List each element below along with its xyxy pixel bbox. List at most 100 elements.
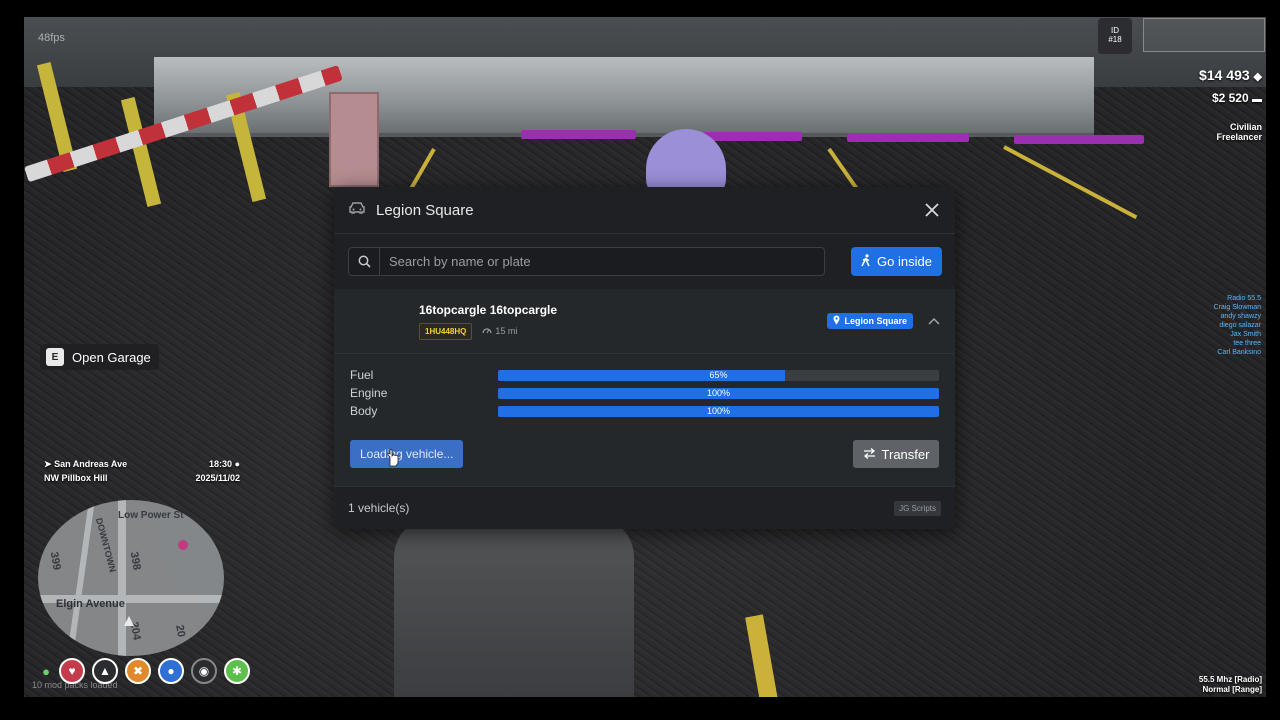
radio-member: Jax Smith [1230,331,1261,338]
vehicle-name: 16topcargle 16topcargle [419,302,558,317]
navigation-arrow-icon: ➤ [44,458,52,469]
game-time: 18:30 [209,459,233,469]
map-label: Low Power St [118,510,184,521]
search-input[interactable] [380,254,824,269]
stat-fuel: Fuel 65% [350,366,939,384]
car-icon [348,201,366,220]
vehicle-count: 1 vehicle(s) [348,501,410,515]
cash-display: $14 493 ◆ [1199,67,1262,83]
broken-image-placeholder [1143,18,1265,52]
game-date: 2025/11/02 [195,473,240,483]
fuel-bar: 65% [498,369,939,381]
hunger-icon: ✖ [125,658,151,684]
parking-line [745,614,779,697]
body-percent: 100% [706,406,731,416]
radio-list: Radio 55.5 Craig Slowman andy shawzy die… [1214,294,1261,357]
mods-loaded-text: 10 mod packs loaded [32,680,118,690]
open-garage-prompt[interactable]: E Open Garage [40,344,159,370]
bank-display: $2 520 ▬ [1212,91,1262,105]
engine-percent: 100% [706,388,731,398]
radio-member: Carl Banksino [1217,349,1261,356]
vehicle-card-header[interactable]: 16topcargle 16topcargle 1HU448HQ 15 mi L… [334,289,955,354]
card-icon: ▬ [1252,94,1262,105]
stat-label: Fuel [350,368,374,382]
mileage: 15 mi [482,326,517,336]
location-badge: Legion Square [827,313,913,329]
area-name: NW Pillbox Hill [44,473,108,483]
server-id-text: ID #18 [1108,26,1122,44]
fps-counter: 48fps [38,32,65,44]
ticket-booth [329,92,379,187]
go-inside-label: Go inside [877,254,932,269]
job-title: Civilian [1229,122,1262,132]
vehicle-actions: Loading vehicle... Transfer [334,420,955,468]
radio-frequency: 55.5 Mhz [Radio] [1198,675,1262,684]
hand-cursor-icon [387,449,399,467]
go-inside-button[interactable]: Go inside [851,247,942,276]
search-box [348,247,825,276]
map-road [67,500,95,656]
stress-icon: ◉ [191,658,217,684]
map-label: 20 [173,623,188,639]
job-display: Civilian Freelancer [1216,122,1262,142]
concrete-wall [154,57,1094,137]
stat-engine: Engine 100% [350,384,939,402]
street-name: San Andreas Ave [54,458,128,469]
map-blip-icon [178,540,188,550]
transfer-button[interactable]: Transfer [853,440,939,468]
transfer-label: Transfer [881,446,930,462]
open-garage-label: Open Garage [72,349,151,365]
microphone-icon: ● [42,663,50,679]
cash-icon: ◆ [1253,71,1262,83]
map-pin-icon [833,315,840,327]
parking-curb [847,133,969,142]
server-id-badge: ID #18 [1098,18,1132,54]
radio-header: Radio 55.5 [1227,295,1261,302]
garage-modal: Legion Square Go inside 16 [334,187,955,529]
stat-label: Body [350,404,378,418]
key-hint: E [46,348,64,366]
vehicle-info: 16topcargle 16topcargle 1HU448HQ 15 mi [419,303,557,340]
vehicle-stats: Fuel 65% Engine 100% Body 100% [334,354,955,420]
player-character-body [394,517,634,697]
map-label: Elgin Avenue [56,598,125,610]
map-label: DOWNTOWN [93,516,118,574]
job-grade: Freelancer [1216,132,1262,142]
street-info: ➤ San Andreas Ave 18:30 ● NW Pillbox Hil… [44,457,240,485]
search-row: Go inside [334,234,955,276]
garage-header: Legion Square [334,187,955,234]
body-bar: 100% [498,405,939,417]
map-label: 398 [127,550,143,572]
radio-member: tee three [1233,340,1261,347]
voice-info: 55.5 Mhz [Radio] Normal [Range] [1199,675,1262,695]
close-icon[interactable] [923,201,941,219]
search-icon [349,248,380,275]
radio-member: diego salazar [1219,322,1261,329]
player-arrow-icon [124,616,134,626]
speedometer-icon [482,326,492,336]
thirst-icon: ● [158,658,184,684]
transfer-arrows-icon [863,447,876,462]
walking-person-icon [861,253,871,270]
cash-amount: $14 493 [1199,67,1250,83]
map-road [118,500,126,656]
parking-curb [1014,135,1144,144]
clock-icon: ● [234,459,240,469]
bank-amount: $2 520 [1211,91,1249,105]
parking-line [1003,145,1138,220]
chevron-up-icon[interactable] [927,314,941,328]
take-out-vehicle-button[interactable]: Loading vehicle... [350,440,464,468]
vehicle-card: 16topcargle 16topcargle 1HU448HQ 15 mi L… [334,289,955,486]
vehicle-meta: 1HU448HQ 15 mi [419,322,557,340]
stat-body: Body 100% [350,402,939,420]
screen: 48fps ID #18 $14 493 ◆ $2 520 ▬ Civilian… [0,0,1280,720]
minimap: Low Power St DOWNTOWN 398 399 Elgin Aven… [38,500,224,656]
script-credit: JG Scripts [894,500,941,516]
fuel-percent: 65% [709,370,728,380]
garage-title: Legion Square [376,201,474,219]
location-label: Legion Square [844,316,907,326]
parking-curb [704,132,802,141]
parking-curb [521,130,636,139]
map-label: 399 [47,550,63,572]
radio-member: Craig Slowman [1213,304,1261,311]
